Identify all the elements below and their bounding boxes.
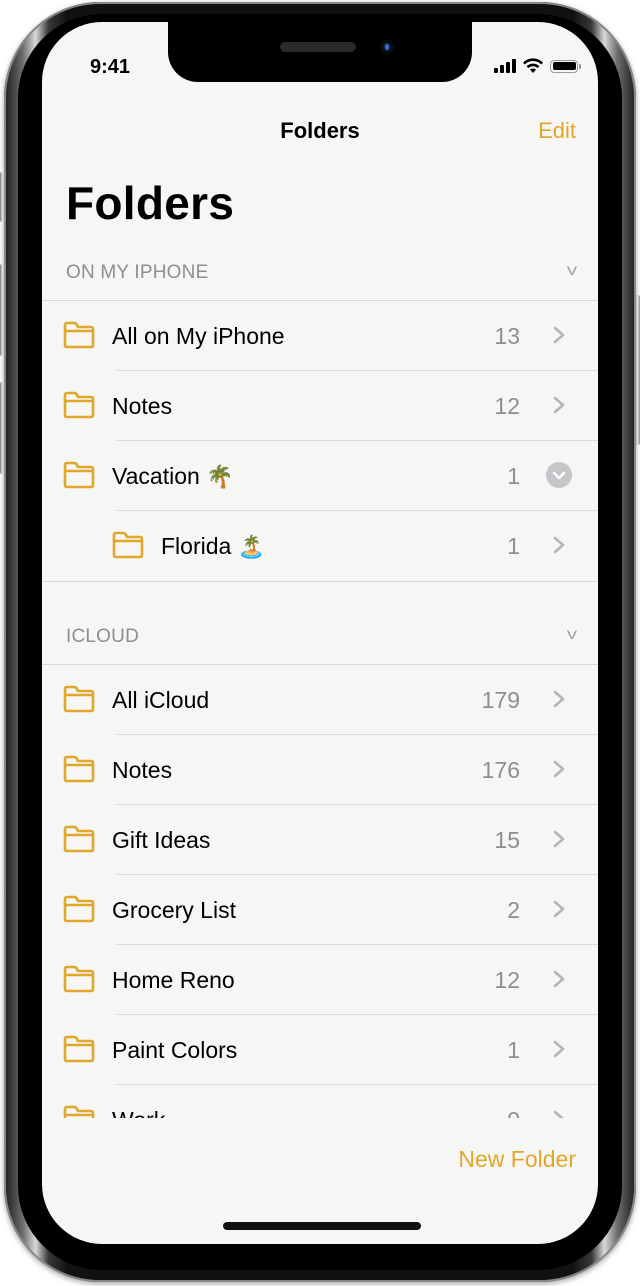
folder-row-paint-colors[interactable]: Paint Colors 1: [42, 1015, 598, 1085]
section-header-icloud[interactable]: ICLOUD v: [42, 626, 598, 656]
chevron-right-icon: [553, 1040, 565, 1058]
chevron-right-icon: [553, 396, 565, 414]
folder-icon: [63, 1105, 95, 1118]
note-count: 1: [507, 533, 520, 559]
folder-name: Vacation 🌴: [112, 463, 234, 490]
folder-icon: [63, 685, 95, 713]
folder-name: All iCloud: [112, 687, 210, 713]
note-count: 2: [507, 897, 520, 923]
folder-icon: [63, 895, 95, 923]
folder-icon: [63, 965, 95, 993]
folder-icon: [63, 1035, 95, 1063]
chevron-down-icon[interactable]: v: [567, 626, 577, 644]
chevron-right-icon: [553, 690, 565, 708]
folder-row-grocery-list[interactable]: Grocery List 2: [42, 875, 598, 945]
chevron-right-icon: [553, 536, 565, 554]
folder-name: All on My iPhone: [112, 323, 285, 349]
folder-name: Florida 🏝️: [161, 533, 265, 560]
chevron-right-icon: [553, 760, 565, 778]
folder-list[interactable]: ON MY IPHONE v All on My iPhone 13 Notes…: [42, 22, 598, 1118]
screen: 9:41 Folders Edit Folders ON MY IPHONE v…: [42, 22, 598, 1244]
folder-name: Notes: [112, 393, 173, 419]
folder-row-vacation[interactable]: Vacation 🌴 1: [42, 441, 598, 511]
folder-icon: [63, 391, 95, 419]
folder-name: Notes: [112, 757, 173, 783]
note-count: 13: [494, 323, 520, 349]
chevron-right-icon: [553, 900, 565, 918]
note-count: 12: [494, 393, 520, 419]
section-header-label: ON MY IPHONE: [66, 262, 209, 283]
folder-name: Home Reno: [112, 967, 235, 993]
section-header-label: ICLOUD: [66, 626, 139, 647]
note-count: 1: [507, 1037, 520, 1063]
home-indicator[interactable]: [223, 1222, 421, 1230]
note-count: 1: [507, 463, 520, 489]
folder-row-icloud-notes[interactable]: Notes 176: [42, 735, 598, 805]
volume-up-button: [0, 264, 5, 356]
new-folder-button[interactable]: New Folder: [458, 1146, 576, 1173]
folder-icon: [63, 825, 95, 853]
folder-row-gift-ideas[interactable]: Gift Ideas 15: [42, 805, 598, 875]
folder-row-work[interactable]: Work 0: [42, 1085, 598, 1118]
divider: [42, 581, 598, 582]
note-count: 0: [507, 1107, 520, 1118]
chevron-right-icon: [553, 326, 565, 344]
chevron-right-icon: [553, 830, 565, 848]
palm-tree-emoji: 🌴: [206, 464, 234, 489]
folder-name: Gift Ideas: [112, 827, 211, 853]
folder-icon: [63, 461, 95, 489]
folder-row-all-icloud[interactable]: All iCloud 179: [42, 665, 598, 735]
note-count: 179: [481, 687, 520, 713]
chevron-right-icon: [553, 970, 565, 988]
section-header-on-my-iphone[interactable]: ON MY IPHONE v: [42, 262, 598, 292]
folder-icon: [63, 755, 95, 783]
folder-row-all-on-my-iphone[interactable]: All on My iPhone 13: [42, 301, 598, 371]
beach-island-emoji: 🏝️: [237, 534, 266, 559]
folder-name: Grocery List: [112, 897, 236, 923]
chevron-right-icon: [553, 1110, 564, 1118]
side-button: [635, 295, 640, 445]
note-count: 176: [481, 757, 520, 783]
note-count: 15: [494, 827, 520, 853]
silent-switch: [0, 172, 5, 222]
folder-row-notes[interactable]: Notes 12: [42, 371, 598, 441]
folder-name: Work: [112, 1107, 165, 1118]
chevron-down-icon[interactable]: v: [567, 262, 577, 280]
note-count: 12: [494, 967, 520, 993]
folder-row-florida[interactable]: Florida 🏝️ 1: [42, 511, 598, 581]
disclosure-expanded-icon[interactable]: [546, 462, 572, 488]
folder-name-text: Florida: [161, 533, 232, 559]
volume-down-button: [0, 382, 5, 474]
folder-icon: [112, 531, 144, 559]
folder-name: Paint Colors: [112, 1037, 238, 1063]
folder-name-text: Vacation: [112, 463, 200, 489]
folder-row-home-reno[interactable]: Home Reno 12: [42, 945, 598, 1015]
folder-icon: [63, 321, 95, 349]
